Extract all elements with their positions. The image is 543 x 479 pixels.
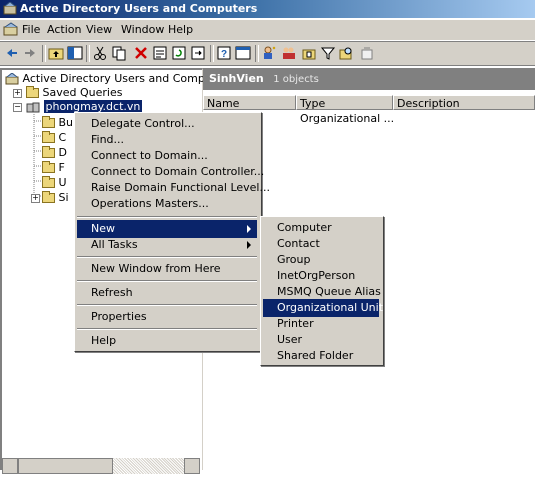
column-header-description[interactable]: Description <box>393 95 535 110</box>
window-title: Active Directory Users and Computers <box>20 2 258 15</box>
show-tree-icon[interactable] <box>67 45 83 61</box>
help-icon[interactable]: ? <box>216 45 232 61</box>
column-header-name[interactable]: Name <box>203 95 296 110</box>
menu-window[interactable]: Window <box>121 23 164 36</box>
filter-icon[interactable] <box>320 45 336 61</box>
toolbar-separator <box>210 45 214 62</box>
toolbar-separator <box>255 45 259 62</box>
menu-view[interactable]: View <box>86 23 112 36</box>
menu-file[interactable]: File <box>22 23 40 36</box>
mmc-console-icon[interactable] <box>3 22 19 37</box>
refresh-icon[interactable] <box>171 45 187 61</box>
tree-item-child[interactable]: F <box>42 161 65 175</box>
menu-separator <box>77 216 257 218</box>
up-folder-icon[interactable] <box>48 45 64 61</box>
export-icon[interactable] <box>190 45 206 61</box>
add-to-group-icon[interactable] <box>359 45 375 61</box>
cut-icon[interactable] <box>92 45 108 61</box>
find-icon[interactable] <box>338 45 354 61</box>
copy-icon[interactable] <box>111 45 127 61</box>
new-group-icon[interactable] <box>281 45 297 61</box>
menu-separator <box>77 280 257 282</box>
scroll-track[interactable] <box>113 458 184 474</box>
folder-icon <box>42 161 55 173</box>
tree-item-child[interactable]: Bu <box>42 116 73 130</box>
menu-separator <box>77 328 257 330</box>
tree-item-child[interactable]: C <box>42 131 66 145</box>
scroll-left-button[interactable] <box>2 458 18 474</box>
tree-horizontal-scrollbar[interactable] <box>2 458 200 474</box>
menu-item-operations-masters[interactable]: Operations Masters... <box>77 195 257 213</box>
tree-item-label: Saved Queries <box>42 86 123 99</box>
ou-folder-icon <box>42 191 55 203</box>
menu-item-all-tasks-label: All Tasks <box>91 238 138 251</box>
context-menu: Delegate Control... Find... Connect to D… <box>74 112 270 352</box>
new-ou-icon[interactable] <box>301 45 317 61</box>
ou-folder-icon <box>42 146 55 158</box>
menu-help[interactable]: Help <box>168 23 193 36</box>
tree-item-child[interactable]: Si <box>42 191 69 205</box>
menu-bar: File Action View Window Help <box>0 20 535 41</box>
column-header-type[interactable]: Type <box>296 95 393 110</box>
tree-root-label: Active Directory Users and Computer <box>22 72 228 85</box>
menu-action[interactable]: Action <box>47 23 81 36</box>
menu-item-help[interactable]: Help <box>77 332 257 350</box>
properties-icon[interactable] <box>152 45 168 61</box>
folder-icon <box>42 131 55 143</box>
menu-item-all-tasks[interactable]: All Tasks <box>77 236 257 254</box>
menu-item-new-window[interactable]: New Window from Here <box>77 260 257 278</box>
expand-saved-queries[interactable]: + <box>13 89 22 98</box>
details-header: SinhVien 1 objects <box>203 68 535 90</box>
toolbar: ? <box>0 41 535 66</box>
active-directory-icon <box>5 73 19 85</box>
new-submenu: Computer Contact Group InetOrgPerson MSM… <box>260 216 384 366</box>
back-icon[interactable] <box>4 45 20 61</box>
toolbar-separator <box>86 45 90 62</box>
scroll-right-button[interactable] <box>184 458 200 474</box>
table-row-type[interactable]: Organizational ... <box>300 112 394 126</box>
folder-icon <box>42 116 55 128</box>
console-icon[interactable] <box>235 45 251 61</box>
new-user-icon[interactable] <box>261 45 277 61</box>
menu-item-refresh[interactable]: Refresh <box>77 284 257 302</box>
svg-text:?: ? <box>221 49 227 60</box>
collapse-domain[interactable]: − <box>13 103 22 112</box>
menu-item-new-label: New <box>91 222 115 235</box>
container-name: SinhVien <box>209 72 264 85</box>
delete-icon[interactable] <box>133 45 149 61</box>
title-bar: Active Directory Users and Computers <box>0 0 535 18</box>
tree-root[interactable]: Active Directory Users and Computer <box>5 72 227 86</box>
forward-icon[interactable] <box>22 45 38 61</box>
menu-item-properties[interactable]: Properties <box>77 308 257 326</box>
active-directory-icon <box>3 2 17 15</box>
tree-item-saved-queries[interactable]: Saved Queries <box>26 86 122 100</box>
menu-separator <box>77 256 257 258</box>
scroll-thumb[interactable] <box>18 458 113 474</box>
tree-item-child[interactable]: U <box>42 176 67 190</box>
folder-icon <box>42 176 55 188</box>
submenu-item-shared-folder[interactable]: Shared Folder <box>263 347 379 365</box>
expand-sinhvien[interactable]: + <box>31 194 40 203</box>
folder-icon <box>26 86 39 98</box>
object-count: 1 objects <box>273 74 319 85</box>
menu-separator <box>77 304 257 306</box>
submenu-arrow-icon <box>247 225 251 233</box>
domain-icon <box>26 102 40 113</box>
submenu-arrow-icon <box>247 241 251 249</box>
tree-item-child[interactable]: D <box>42 146 67 160</box>
toolbar-separator <box>42 45 46 62</box>
